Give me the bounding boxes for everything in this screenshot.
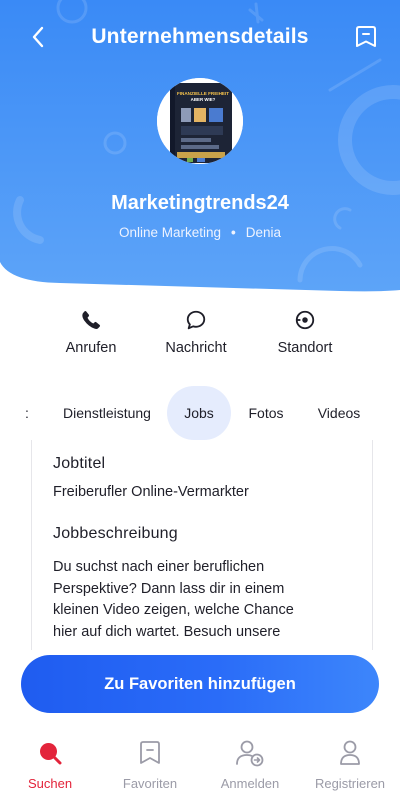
- contact-actions: Anrufen Nachricht Standort: [0, 306, 400, 366]
- job-description-heading: Jobbeschreibung: [53, 525, 178, 542]
- company-header: Unternehmensdetails FINANZIELLE FREIHEIT…: [0, 0, 400, 300]
- nav-label-favoriten: Favoriten: [122, 776, 178, 791]
- job-description-line: Du suchst nach einer beruflichen: [53, 559, 265, 575]
- meta-separator: •: [231, 225, 236, 240]
- call-button[interactable]: Anrufen: [36, 306, 146, 356]
- message-icon: [186, 310, 206, 330]
- job-description-text: Du suchst nach einer beruflichen Perspek…: [53, 557, 353, 643]
- company-avatar: FINANZIELLE FREIHEIT ABER WIE?: [157, 78, 243, 164]
- top-bar: Unternehmensdetails: [0, 14, 400, 60]
- job-title-heading: Jobtitel: [53, 455, 106, 472]
- page-title: Unternehmensdetails: [91, 25, 309, 48]
- nav-item-suchen[interactable]: Suchen: [0, 738, 100, 791]
- svg-text:ABER WIE?: ABER WIE?: [191, 97, 216, 102]
- back-button[interactable]: [26, 24, 52, 50]
- bookmark-icon: [140, 741, 160, 764]
- phone-icon: [82, 310, 101, 330]
- tab-bar: : Dienstleistung Jobs Fotos Videos: [0, 386, 400, 440]
- company-location: Denia: [245, 225, 282, 240]
- tab-partial[interactable]: :: [20, 386, 34, 440]
- call-label: Anrufen: [65, 340, 117, 356]
- job-details-card: Jobtitel Freiberufler Online-Vermarkter …: [31, 440, 373, 650]
- bookmark-icon: [356, 26, 376, 47]
- job-description-line: hier auf dich wartet. Besuch unsere: [53, 623, 281, 640]
- book-cover-image: FINANZIELLE FREIHEIT ABER WIE?: [157, 78, 243, 164]
- add-to-favorites-button[interactable]: Zu Favoriten hinzufügen: [21, 655, 379, 713]
- search-icon: [40, 743, 62, 765]
- bottom-navigation: Suchen Favoriten Anmelden Registrieren: [0, 728, 400, 800]
- nav-label-anmelden: Anmelden: [220, 776, 280, 791]
- chevron-left-icon: [32, 26, 44, 48]
- nav-item-anmelden[interactable]: Anmelden: [200, 738, 300, 791]
- message-button[interactable]: Nachricht: [141, 306, 251, 356]
- user-icon: [340, 740, 360, 765]
- company-name: Marketingtrends24: [111, 192, 289, 214]
- company-meta: Online Marketing • Denia: [0, 225, 400, 240]
- tab-dienstleistung[interactable]: Dienstleistung: [54, 386, 160, 440]
- job-title-value: Freiberufler Online-Vermarkter: [53, 484, 249, 500]
- location-label: Standort: [277, 340, 333, 356]
- job-description-line: kleinen Video zeigen, welche Chance: [53, 602, 294, 618]
- job-description-line: Perspektive? Dann lass dir in einem: [53, 580, 285, 597]
- nav-item-registrieren[interactable]: Registrieren: [300, 738, 400, 791]
- tab-fotos[interactable]: Fotos: [242, 386, 290, 440]
- nav-label-registrieren: Registrieren: [314, 776, 386, 791]
- location-button[interactable]: Standort: [250, 306, 360, 356]
- message-label: Nachricht: [165, 340, 227, 356]
- nav-label-suchen: Suchen: [27, 776, 73, 791]
- bookmark-button[interactable]: [354, 24, 378, 50]
- location-icon: [295, 310, 315, 330]
- company-category: Online Marketing: [118, 225, 222, 240]
- user-login-icon: [236, 740, 264, 767]
- svg-text:FINANZIELLE FREIHEIT: FINANZIELLE FREIHEIT: [177, 91, 229, 96]
- tab-videos[interactable]: Videos: [309, 386, 369, 440]
- nav-item-favoriten[interactable]: Favoriten: [100, 738, 200, 791]
- tab-jobs[interactable]: Jobs: [167, 386, 231, 440]
